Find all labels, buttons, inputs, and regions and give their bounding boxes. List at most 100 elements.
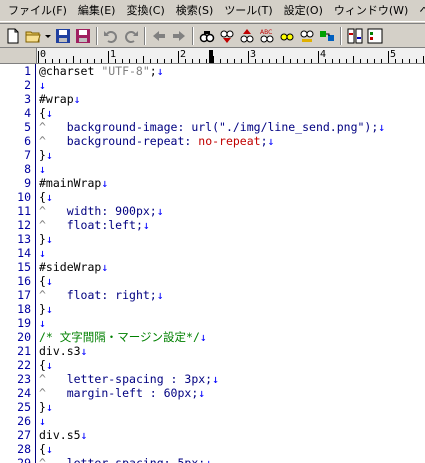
code-token: div.s3 <box>39 344 81 358</box>
menu-file[interactable]: ファイル(F) <box>4 2 71 20</box>
ruler-minor-tick <box>129 59 130 63</box>
toolbar-separator <box>192 26 194 45</box>
ruler-minor-tick <box>332 59 333 63</box>
line-end-mark: ↓ <box>39 162 46 176</box>
code-token: letter-spacing : 3px; <box>66 372 213 386</box>
ruler-minor-tick <box>374 59 375 63</box>
code-token: no-repeat <box>198 134 261 148</box>
line-end-mark: ↓ <box>267 134 275 148</box>
open-dropdown-icon[interactable] <box>43 26 52 45</box>
tab-mark: ^ <box>39 134 67 148</box>
ruler-minor-tick <box>164 59 165 63</box>
undo-icon[interactable] <box>101 26 120 45</box>
ruler-minor-tick <box>416 59 417 63</box>
code-line: ^ float: right;↓ <box>39 288 164 302</box>
outline-icon[interactable] <box>365 26 384 45</box>
ruler-minor-tick <box>101 59 102 63</box>
code-token: { <box>39 274 46 288</box>
line-end-mark: ↓ <box>73 92 81 106</box>
code-token: } <box>39 400 46 414</box>
line-number: 26 <box>17 414 31 428</box>
line-end-mark: ↓ <box>45 358 53 372</box>
ruler-minor-tick <box>360 59 361 63</box>
save-icon[interactable] <box>53 26 72 45</box>
code-token: } <box>39 232 46 246</box>
menu-edit[interactable]: 編集(E) <box>74 2 120 20</box>
new-file-icon[interactable] <box>3 26 22 45</box>
redo-icon[interactable] <box>121 26 140 45</box>
search-down-icon[interactable] <box>217 26 236 45</box>
code-token: width: 900px; <box>66 204 157 218</box>
ruler-minor-tick <box>157 59 158 63</box>
code-token: margin-left : 60px; <box>66 386 199 400</box>
menu-tools[interactable]: ツール(T) <box>220 2 276 20</box>
ruler-minor-tick <box>423 56 424 63</box>
text-editor[interactable]: 012345 1 2 3 4 5 6 7 8 9 10 11 12 13 14 15 16 17 18 19 20 21… <box>0 48 425 463</box>
code-line: ^ width: 900px;↓ <box>39 204 164 218</box>
ruler-minor-tick <box>199 59 200 63</box>
ruler-minor-tick <box>241 59 242 63</box>
line-end-mark: ↓ <box>156 204 164 218</box>
menu-window[interactable]: ウィンドウ(W) <box>330 2 412 20</box>
line-number: 2 <box>24 78 31 92</box>
code-line: div.s3↓ <box>39 344 87 358</box>
code-token: float: right; <box>66 288 157 302</box>
line-end-mark: ↓ <box>80 344 88 358</box>
ruler-minor-tick <box>234 59 235 63</box>
menu-convert[interactable]: 変換(C) <box>122 2 168 20</box>
code-line: /* 文字間隔・マージン設定*/↓ <box>39 330 207 344</box>
line-number-gutter: 1 2 3 4 5 6 7 8 9 10 11 12 13 14 15 16 17 18 19 20 21 22 23 24 2… <box>0 64 36 463</box>
line-number: 27 <box>17 428 31 442</box>
code-line: ^ margin-left : 60px;↓ <box>39 386 205 400</box>
compare-icon[interactable] <box>345 26 364 45</box>
line-end-mark: ↓ <box>199 330 207 344</box>
ruler-minor-tick <box>367 59 368 63</box>
line-number: 25 <box>17 400 31 414</box>
save-all-icon[interactable] <box>73 26 92 45</box>
tab-mark: ^ <box>39 386 67 400</box>
line-number: 8 <box>24 162 31 176</box>
search-up-icon[interactable] <box>237 26 256 45</box>
ruler-minor-tick <box>206 59 207 63</box>
code-line: ^ float:left;↓ <box>39 218 150 232</box>
menu-help[interactable]: ヘ <box>415 2 425 20</box>
line-end-mark: ↓ <box>39 246 46 260</box>
search-icon[interactable] <box>197 26 216 45</box>
tag-jump-icon[interactable] <box>317 26 336 45</box>
ruler-major-tick <box>38 51 39 63</box>
jump-forward-icon[interactable] <box>169 26 188 45</box>
line-number: 3 <box>24 92 31 106</box>
code-token: ; <box>260 134 268 148</box>
highlight-search-icon[interactable] <box>277 26 296 45</box>
ruler-minor-tick <box>220 59 221 63</box>
line-end-mark: ↓ <box>101 176 109 190</box>
code-line: {↓ <box>39 442 53 456</box>
jump-back-icon[interactable] <box>149 26 168 45</box>
open-folder-icon[interactable] <box>23 26 42 45</box>
ruler-minor-tick <box>269 59 270 63</box>
replace-icon[interactable]: ABC <box>257 26 276 45</box>
line-number: 13 <box>17 232 31 246</box>
ruler-major-tick <box>108 51 109 63</box>
code-line: }↓ <box>39 148 53 162</box>
grep-icon[interactable] <box>297 26 316 45</box>
ruler-corner <box>0 48 37 64</box>
line-number: 22 <box>17 358 31 372</box>
code-token: } <box>39 302 46 316</box>
ruler-minor-tick <box>185 59 186 63</box>
line-number: 28 <box>17 442 31 456</box>
line-number: 4 <box>24 106 31 120</box>
ruler-minor-tick <box>150 59 151 63</box>
ruler-minor-tick <box>87 59 88 63</box>
line-end-mark: ↓ <box>45 190 53 204</box>
menu-settings[interactable]: 設定(O) <box>280 2 327 20</box>
line-end-mark: ↓ <box>101 260 109 274</box>
line-number: 15 <box>17 260 31 274</box>
menu-search[interactable]: 検索(S) <box>172 2 218 20</box>
line-number: 20 <box>17 330 31 344</box>
line-end-mark: ↓ <box>205 456 213 463</box>
ruler-minor-tick <box>339 59 340 63</box>
code-line: ↓ <box>39 78 46 92</box>
ruler-minor-tick <box>255 59 256 63</box>
ruler-minor-tick <box>346 59 347 63</box>
